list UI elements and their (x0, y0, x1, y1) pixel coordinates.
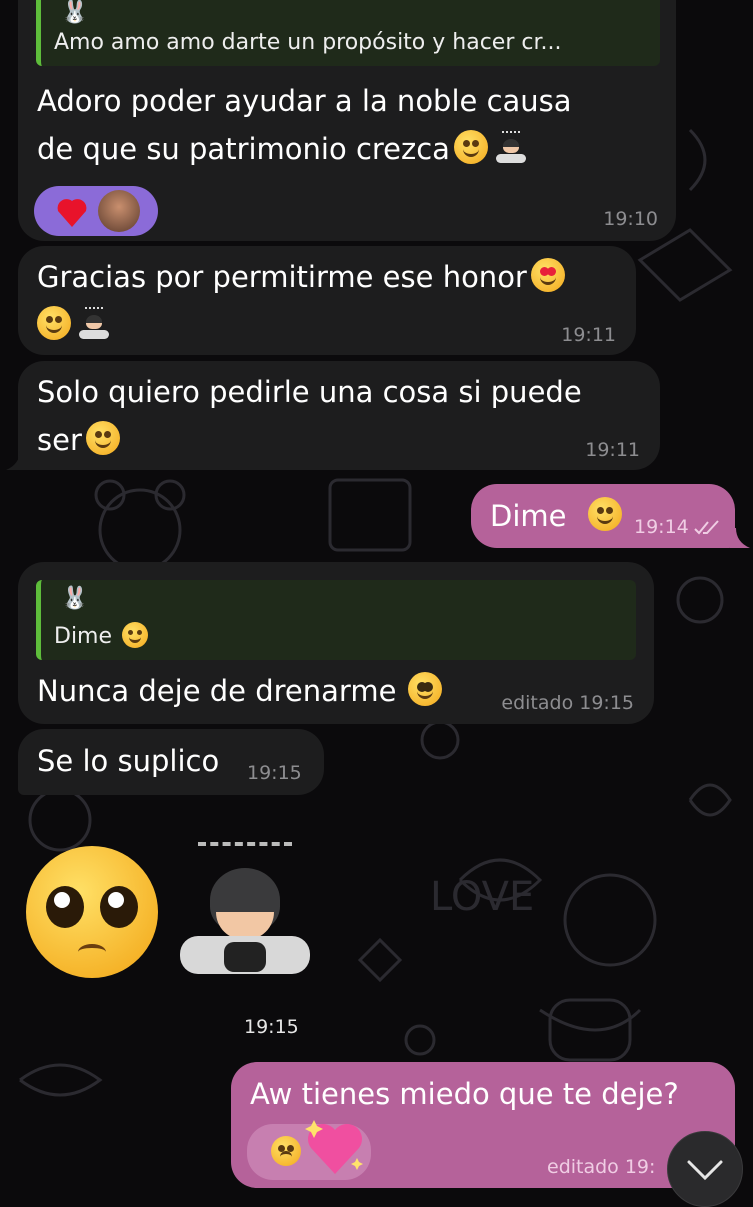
smiling-face-icon (588, 497, 623, 531)
message-text-line2-row: de que su patrimonio crezca (37, 126, 528, 172)
message-time: 19:15 (244, 1016, 299, 1038)
message-bubble[interactable]: 🐰 Dime Nunca deje de drenarme editado 19… (18, 562, 654, 724)
message-bubble[interactable]: Dime 19:14 (471, 484, 735, 548)
message-time: 19:14 (634, 516, 689, 538)
message-time: 19:10 (603, 208, 658, 230)
heart-eyes-icon (530, 258, 565, 292)
reply-preview[interactable]: 🐰 Dime (36, 580, 636, 660)
smiling-face-icon (453, 130, 488, 164)
message-text-line2: de que su patrimonio crezca (37, 132, 450, 166)
pleading-face-icon (408, 672, 443, 706)
message-text-line1: Dime (490, 499, 567, 533)
message-bubble[interactable]: Se lo suplico 19:15 (18, 729, 324, 795)
bowing-person-icon (494, 131, 528, 163)
pleading-face-icon (26, 846, 158, 978)
bubble-tail (6, 450, 26, 470)
reaction-chip[interactable] (247, 1120, 371, 1180)
sticker-message[interactable]: 19:15 (20, 838, 320, 1038)
rabbit-icon: 🐰 (61, 0, 89, 25)
message-time: 19:11 (561, 324, 616, 346)
reply-preview[interactable]: 🐰 Amo amo amo darte un propósito y hacer… (36, 0, 660, 66)
bubble-tail (730, 528, 750, 548)
crying-face-icon (271, 1136, 301, 1166)
message-bubble[interactable]: 🐰 Amo amo amo darte un propósito y hacer… (18, 0, 676, 241)
smiling-face-icon (37, 306, 71, 340)
message-text-line1: Nunca deje de drenarme (37, 674, 397, 708)
message-text-row: Dime (490, 493, 623, 539)
message-time: 19:11 (585, 439, 640, 461)
message-text-row: Gracias por permitirme ese honor (37, 254, 565, 300)
message-time: editado 19:15 (501, 692, 634, 714)
reply-text-row: Dime (54, 622, 149, 652)
heart-icon (57, 199, 87, 227)
message-bubble[interactable]: Aw tienes miedo que te deje? editado 19: (231, 1062, 735, 1188)
scroll-down-button[interactable] (667, 1131, 743, 1207)
smiling-face-icon (122, 622, 149, 648)
double-check-icon (694, 520, 719, 535)
bowing-person-icon (77, 307, 111, 339)
reply-text: Dime (54, 624, 113, 649)
reaction-chip[interactable] (34, 186, 158, 236)
message-text-line1: Solo quiero pedirle una cosa si puede (37, 375, 582, 409)
avatar (98, 190, 140, 232)
message-time: 19:15 (247, 762, 302, 784)
message-bubble[interactable]: Solo quiero pedirle una cosa si puede se… (18, 361, 660, 470)
message-text-line1: Se lo suplico (37, 744, 220, 778)
message-text-line1: Aw tienes miedo que te deje? (250, 1077, 679, 1111)
reply-text: Amo amo amo darte un propósito y hacer c… (54, 30, 562, 55)
message-text-line2-row: ser (37, 417, 120, 463)
message-text-line1: Gracias por permitirme ese honor (37, 260, 527, 294)
smiling-face-icon (85, 421, 120, 455)
message-text-line1: Adoro poder ayudar a la noble causa (37, 84, 572, 118)
message-time: editado 19: (547, 1156, 656, 1178)
message-bubble[interactable]: Gracias por permitirme ese honor 19:11 (18, 246, 636, 355)
sparkling-heart-icon (305, 1120, 363, 1174)
message-text-line2: ser (37, 423, 82, 457)
rabbit-icon: 🐰 (61, 586, 89, 611)
chevron-down-icon (687, 1160, 723, 1181)
emoji-row (37, 302, 111, 348)
svg-text:LOVE: LOVE (430, 874, 534, 920)
bowing-person-icon (180, 838, 310, 988)
message-text-row: Nunca deje de drenarme (37, 668, 443, 714)
